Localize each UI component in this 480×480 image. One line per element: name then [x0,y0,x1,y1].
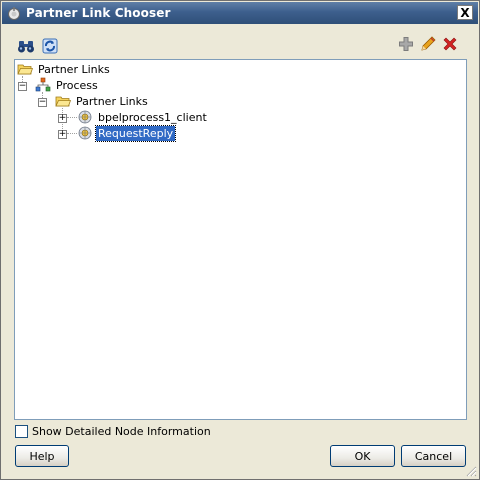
tree-node-label: Partner Links [38,62,110,76]
close-button[interactable]: X [457,5,473,20]
partner-link-icon [77,109,93,125]
tree-node-label: bpelprocess1_client [98,110,207,124]
help-button[interactable]: Help [15,445,69,467]
tree-node-root[interactable]: Partner Links [17,61,112,77]
tree-node-partner-link[interactable]: bpelprocess1_client [77,109,209,125]
ok-button-label: OK [354,449,371,463]
help-button-label: Help [29,449,55,463]
close-icon: X [460,5,470,20]
ok-button[interactable]: OK [330,445,395,467]
expand-toggle[interactable]: + [58,114,67,123]
refresh-icon[interactable] [41,37,59,55]
collapse-toggle[interactable]: − [38,98,47,107]
show-detailed-label: Show Detailed Node Information [32,425,211,438]
show-detailed-option[interactable]: Show Detailed Node Information [15,425,211,438]
expand-toggle[interactable]: + [58,130,67,139]
tree-node-partner-links[interactable]: Partner Links [55,93,150,109]
show-detailed-checkbox[interactable] [15,425,28,438]
edit-icon[interactable] [419,35,437,53]
cancel-button[interactable]: Cancel [401,445,466,467]
partner-link-tree[interactable]: Partner Links − Process − Partner Links … [14,59,467,420]
binoculars-icon[interactable] [17,37,35,55]
partner-link-chooser-dialog: Partner Link Chooser X Partner Links − P… [0,0,480,480]
window-title: Partner Link Chooser [26,6,171,20]
collapse-toggle[interactable]: − [18,82,27,91]
resize-grip-icon[interactable] [465,465,477,477]
folder-open-icon [17,61,33,77]
folder-open-icon [55,93,71,109]
tree-node-process[interactable]: Process [35,77,100,93]
tree-node-label: RequestReply [94,124,177,142]
toolbar-left [17,37,59,55]
partner-link-icon [77,125,93,141]
process-icon [35,77,51,93]
delete-icon[interactable] [441,35,459,53]
toolbar-right [397,35,459,53]
title-bar[interactable]: Partner Link Chooser X [2,2,478,24]
oracle-app-icon [6,5,22,21]
tree-node-label: Partner Links [76,94,148,108]
cancel-button-label: Cancel [414,449,453,463]
tree-node-label: Process [56,78,98,92]
tree-node-partner-link-selected[interactable]: RequestReply [77,124,177,142]
add-icon[interactable] [397,35,415,53]
